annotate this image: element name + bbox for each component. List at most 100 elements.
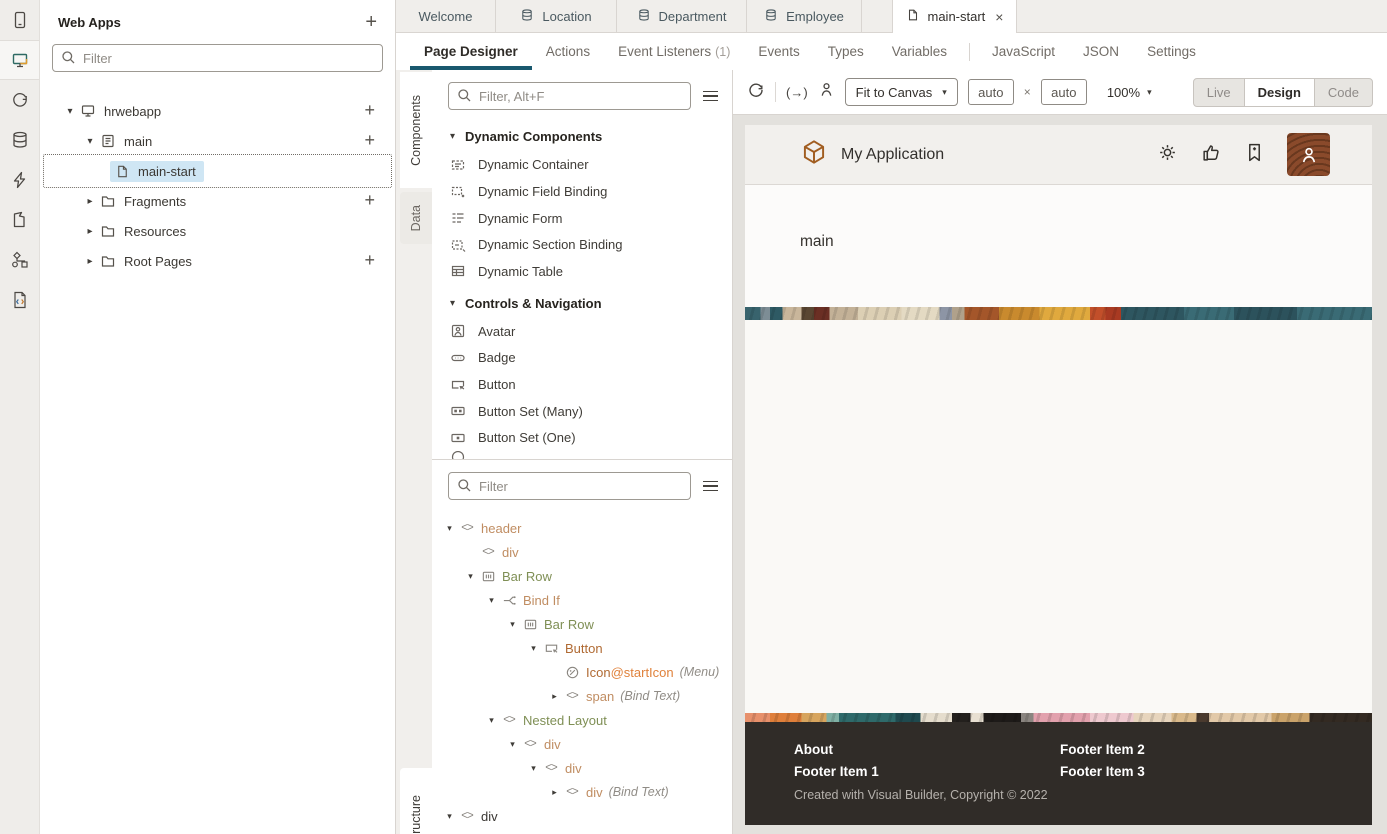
chevron-down-icon[interactable]: ▾ [484,715,499,726]
structure-node-icon[interactable]: Icon @startIcon (Menu) [432,660,732,684]
mode-live-button[interactable]: Live [1193,78,1245,107]
page-content-area[interactable]: main [745,185,1372,307]
app-footer[interactable]: About Footer Item 2 Footer Item 1 Footer… [745,722,1372,825]
user-persona-icon[interactable] [818,81,835,103]
component-badge[interactable]: Badge [432,345,732,372]
chevron-down-icon[interactable]: ▾ [442,523,457,534]
tab-employee[interactable]: Employee [747,0,862,32]
component-dynamic-section-binding[interactable]: Dynamic Section Binding [432,231,732,258]
chevron-down-icon[interactable]: ▾ [526,643,541,654]
chevron-down-icon[interactable]: ▾ [505,739,520,750]
diagram-icon[interactable] [0,240,39,280]
tab-department[interactable]: Department [617,0,747,32]
add-web-app-button[interactable]: + [365,12,377,32]
chevron-down-icon[interactable]: ▾ [505,619,520,630]
structure-node-div[interactable]: ▾ <> div [432,540,732,564]
components-filter[interactable] [448,82,691,110]
tab-actions[interactable]: Actions [532,33,604,70]
components-icon[interactable] [0,200,39,240]
component-button-set-one[interactable]: Button Set (One) [432,424,732,451]
chevron-down-icon[interactable]: ▾ [484,595,499,606]
structure-node-div[interactable]: ▾ <> div [432,804,732,828]
chevron-down-icon[interactable]: ▾ [442,811,457,822]
live-data-icon[interactable]: (→) [786,85,808,100]
app-header[interactable]: My Application [745,125,1372,185]
chevron-down-icon[interactable]: ▾ [463,571,478,582]
tab-types[interactable]: Types [814,33,878,70]
close-icon[interactable]: × [995,9,1003,25]
menu-icon[interactable] [703,481,718,492]
structure-node-span[interactable]: ▸ <> span (Bind Text) [432,684,732,708]
chevron-down-icon[interactable]: ▾ [62,106,78,117]
tab-welcome[interactable]: Welcome [396,0,496,32]
chevron-right-icon[interactable]: ▸ [82,196,98,207]
footer-link-item2[interactable]: Footer Item 2 [1060,742,1372,757]
structure-node-button[interactable]: ▾ Button [432,636,732,660]
app-page-preview[interactable]: My Application main [745,125,1372,825]
tab-data[interactable]: Data [400,192,432,244]
tab-event-listeners[interactable]: Event Listeners(1) [604,33,744,70]
structure-node-bar-row[interactable]: ▾ Bar Row [432,612,732,636]
chevron-down-icon[interactable]: ▾ [82,136,98,147]
business-objects-icon[interactable] [0,120,39,160]
tab-settings[interactable]: Settings [1133,33,1210,70]
footer-link-item1[interactable]: Footer Item 1 [794,764,1060,779]
web-apps-filter-input[interactable] [52,44,383,72]
menu-icon[interactable] [703,91,718,102]
structure-node-div[interactable]: ▸ <> div (Bind Text) [432,780,732,804]
canvas-height-input[interactable] [1041,79,1087,105]
bookmark-add-icon[interactable] [1245,142,1264,168]
tree-item-fragments[interactable]: ▸ Fragments + [40,186,395,216]
chevron-down-icon[interactable]: ▾ [526,763,541,774]
tab-javascript[interactable]: JavaScript [978,33,1069,70]
component-button[interactable]: Button [432,371,732,398]
components-filter-input[interactable] [448,82,691,110]
mode-code-button[interactable]: Code [1314,78,1373,107]
component-avatar[interactable]: Avatar [432,318,732,345]
tree-item-root-pages[interactable]: ▸ Root Pages + [40,246,395,276]
tree-item-main[interactable]: ▾ main + [40,126,395,156]
structure-node-div[interactable]: ▾ <> div [432,732,732,756]
web-apps-filter[interactable] [52,44,383,72]
structure-filter[interactable] [448,472,691,500]
tab-events[interactable]: Events [744,33,813,70]
add-flow-button[interactable]: + [364,101,375,119]
tree-item-main-start[interactable]: main-start [40,156,395,186]
chevron-right-icon[interactable]: ▸ [547,787,562,798]
component-dynamic-field-binding[interactable]: Dynamic Field Binding [432,178,732,205]
section-controls-navigation[interactable]: ▾ Controls & Navigation [432,289,732,319]
section-dynamic-components[interactable]: ▾ Dynamic Components [432,122,732,152]
tab-json[interactable]: JSON [1069,33,1133,70]
tab-main-start[interactable]: main-start × [892,0,1017,33]
component-dynamic-table[interactable]: Dynamic Table [432,258,732,285]
processes-icon[interactable] [0,80,39,120]
tab-structure[interactable]: Structure [400,768,432,834]
tab-location[interactable]: Location [496,0,617,32]
actions-icon[interactable] [0,160,39,200]
add-fragment-button[interactable]: + [364,191,375,209]
structure-node-bar-row[interactable]: ▾ Bar Row [432,564,732,588]
structure-node-header[interactable]: ▾ <> header [432,516,732,540]
chevron-right-icon[interactable]: ▸ [82,256,98,267]
canvas-size-dropdown[interactable]: Fit to Canvas ▾ [845,78,958,106]
structure-node-bind-if[interactable]: ▾ Bind If [432,588,732,612]
mode-design-button[interactable]: Design [1244,78,1315,107]
user-avatar[interactable] [1287,133,1330,176]
mobile-apps-icon[interactable] [0,0,39,40]
footer-link-item3[interactable]: Footer Item 3 [1060,764,1372,779]
component-dynamic-form[interactable]: Dynamic Form [432,205,732,232]
refresh-icon[interactable] [747,81,765,104]
component-button-set-many[interactable]: Button Set (Many) [432,398,732,425]
structure-node-div[interactable]: ▾ <> div [432,756,732,780]
web-apps-icon[interactable] [0,40,39,80]
tab-page-designer[interactable]: Page Designer [410,33,532,70]
source-icon[interactable] [0,280,39,320]
tree-item-resources[interactable]: ▸ Resources [40,216,395,246]
gear-icon[interactable] [1157,142,1178,168]
page-body-area[interactable] [745,320,1372,713]
footer-link-about[interactable]: About [794,742,1060,757]
chevron-right-icon[interactable]: ▸ [547,691,562,702]
tree-item-hrwebapp[interactable]: ▾ hrwebapp + [40,96,395,126]
thumbs-up-icon[interactable] [1201,142,1222,168]
component-dynamic-container[interactable]: Dynamic Container [432,152,732,179]
